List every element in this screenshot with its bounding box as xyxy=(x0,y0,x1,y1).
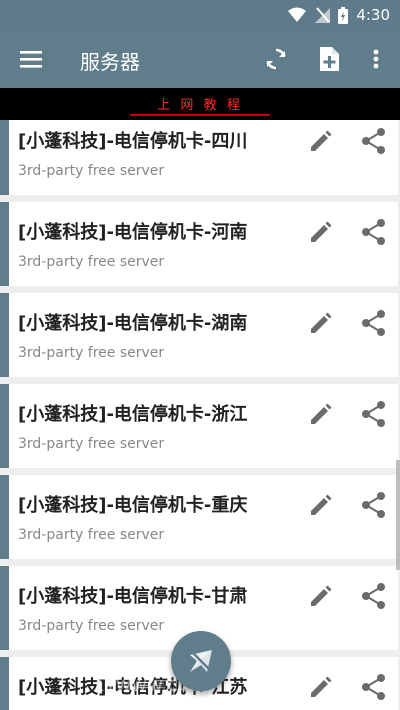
share-icon[interactable] xyxy=(361,491,387,519)
share-icon[interactable] xyxy=(361,673,387,701)
server-card-accent xyxy=(0,293,9,377)
no-signal-icon xyxy=(315,7,331,23)
banner-text: 上 网 教 程 xyxy=(0,94,400,116)
pencil-icon[interactable] xyxy=(307,493,333,519)
server-card-accent xyxy=(0,475,9,559)
pencil-icon[interactable] xyxy=(307,129,333,155)
promo-banner: 上 网 教 程 xyxy=(0,88,400,120)
server-card-accent xyxy=(0,120,9,195)
server-card[interactable]: [小蓬科技]-电信停机卡-四川 3rd-party free server xyxy=(0,120,398,195)
connect-fab-button[interactable] xyxy=(171,631,231,691)
more-vert-icon[interactable] xyxy=(361,44,391,74)
server-card-accent xyxy=(0,202,9,286)
server-list: [小蓬科技]-电信停机卡-四川 3rd-party free server [小… xyxy=(0,120,400,710)
scrollbar[interactable] xyxy=(396,460,400,570)
pencil-icon[interactable] xyxy=(307,220,333,246)
battery-icon xyxy=(338,6,349,24)
send-icon xyxy=(189,649,213,673)
server-name: [小蓬科技]-电信停机卡-甘肃 xyxy=(18,586,248,607)
server-card-accent xyxy=(0,657,9,710)
clock: 4:30 xyxy=(356,6,390,24)
server-name: [小蓬科技]-电信停机卡-河南 xyxy=(18,222,248,243)
server-type: 3rd-party free server xyxy=(18,527,165,543)
status-icons: 4:30 xyxy=(288,6,390,24)
pencil-icon[interactable] xyxy=(307,584,333,610)
app-bar: 服务器 xyxy=(0,30,400,88)
refresh-icon[interactable] xyxy=(261,44,291,74)
add-file-icon[interactable] xyxy=(314,44,344,74)
server-type: 3rd-party free server xyxy=(18,254,165,270)
share-icon[interactable] xyxy=(361,309,387,337)
wifi-icon xyxy=(288,7,307,22)
share-icon[interactable] xyxy=(361,582,387,610)
share-icon[interactable] xyxy=(361,127,387,155)
server-card-accent xyxy=(0,384,9,468)
server-card[interactable]: [小蓬科技]-电信停机卡-河南 3rd-party free server xyxy=(0,202,398,286)
server-type: 3rd-party free server xyxy=(18,345,165,361)
page-title: 服务器 xyxy=(80,50,140,74)
server-name: [小蓬科技]-电信停机卡-浙江 xyxy=(18,404,248,425)
menu-icon[interactable] xyxy=(18,47,44,71)
share-icon[interactable] xyxy=(361,400,387,428)
share-icon[interactable] xyxy=(361,218,387,246)
server-name: [小蓬科技]-电信停机卡-湖南 xyxy=(18,313,248,334)
pencil-icon[interactable] xyxy=(307,675,333,701)
server-card[interactable]: [小蓬科技]-电信停机卡-浙江 3rd-party free server xyxy=(0,384,398,468)
server-card[interactable]: [小蓬科技]-电信停机卡-湖南 3rd-party free server xyxy=(0,293,398,377)
server-name: [小蓬科技]-电信停机卡-四川 xyxy=(18,131,248,152)
server-type: 3rd-party free server xyxy=(18,618,165,634)
pencil-icon[interactable] xyxy=(307,311,333,337)
server-card[interactable]: [小蓬科技]-电信停机卡-重庆 3rd-party free server xyxy=(0,475,398,559)
status-bar: 4:30 xyxy=(0,0,400,30)
server-card-accent xyxy=(0,566,9,650)
pencil-icon[interactable] xyxy=(307,402,333,428)
server-type: 3rd-party free server xyxy=(18,436,165,452)
server-type: 3rd-party free server xyxy=(18,163,165,179)
server-name: [小蓬科技]-电信停机卡-重庆 xyxy=(18,495,248,516)
